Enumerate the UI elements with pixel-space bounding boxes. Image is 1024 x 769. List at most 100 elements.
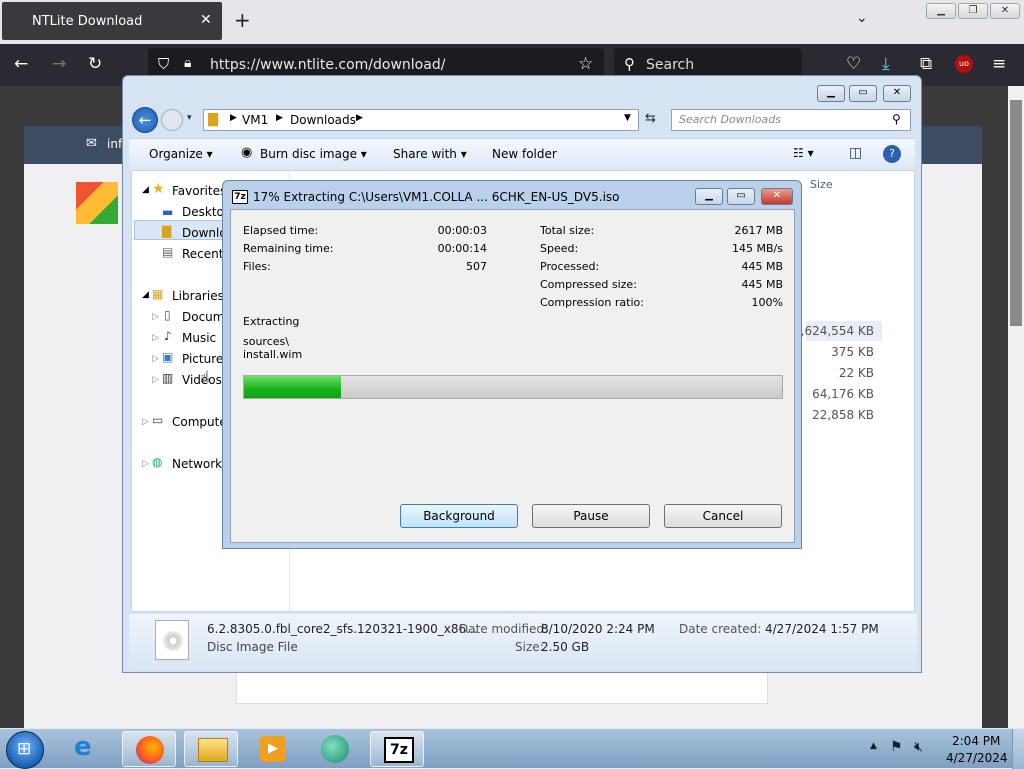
current-file: install.wim [243,348,303,361]
cancel-button[interactable]: Cancel [664,504,782,528]
compressed-size-value: 445 MB [741,278,783,291]
expand-arrow-icon[interactable]: ▷ [142,459,149,469]
elapsed-label: Elapsed time: [243,224,319,237]
downloads-folder-icon: ▇ [162,224,172,238]
preview-pane-icon[interactable]: ◫ [849,145,862,161]
expand-arrow-icon[interactable]: ▷ [152,375,159,385]
organize-button[interactable]: Organize ▾ [149,147,213,161]
extraction-dialog: 7z 17% Extracting C:\Users\VM1.COLLA ...… [222,180,802,549]
explorer-maximize-button[interactable]: ▭ [849,85,877,102]
restore-button[interactable]: ❐ [958,3,988,19]
taskbar-media-player[interactable]: ▶ [246,731,300,767]
downloads-icon[interactable]: ⤓ [882,54,890,74]
show-hidden-icons-icon[interactable]: ▲ [870,741,877,751]
elapsed-value: 00:00:03 [437,224,487,237]
folder-icon [198,738,228,762]
address-dropdown-icon[interactable]: ▼ [624,113,631,123]
shield-icon[interactable]: ⛉ [158,55,169,73]
folder-icon: ▇ [208,112,218,127]
back-icon[interactable]: ← [14,54,28,74]
taskbar-app[interactable] [308,731,362,767]
dialog-minimize-button[interactable]: ▁ [695,188,723,205]
app-globe-icon [321,735,349,763]
total-size-value: 2617 MB [734,224,783,237]
dialog-close-button[interactable]: ✕ [761,188,793,205]
expand-arrow-icon[interactable]: ◢ [142,185,149,195]
menu-icon[interactable]: ≡ [992,54,1006,74]
taskbar-ie[interactable]: e [62,731,116,767]
forward-icon[interactable] [161,109,183,131]
share-with-button[interactable]: Share with ▾ [393,147,467,161]
list-all-tabs-icon[interactable]: ⌄ [856,10,868,26]
taskbar-explorer[interactable] [184,731,238,767]
status-text: Extracting [243,315,300,328]
expand-arrow-icon[interactable]: ▷ [152,312,159,322]
mail-icon[interactable]: ✉ [86,136,97,151]
explorer-minimize-button[interactable]: ▁ [817,85,845,102]
new-tab-icon[interactable]: + [234,8,251,32]
explorer-close-button[interactable]: ✕ [883,85,911,102]
start-button[interactable]: ⊞ [6,731,44,769]
expand-arrow-icon[interactable]: ▷ [152,354,159,364]
pause-button[interactable]: Pause [532,504,650,528]
taskbar-7zip[interactable]: 7z [370,731,424,767]
search-icon: ⚲ [892,112,901,126]
ublock-icon[interactable]: uo [955,55,973,73]
recent-pages-icon[interactable]: ▾ [187,113,192,123]
view-options-icon[interactable]: ☷ ▾ [793,146,814,160]
extensions-icon[interactable]: ⧉ [920,54,932,74]
tree-music[interactable]: Music [182,331,216,345]
help-icon[interactable]: ? [883,145,901,163]
breadcrumb-arrow-icon[interactable]: ▶ [276,113,283,123]
tree-favorites[interactable]: Favorites [172,184,226,198]
breadcrumb-downloads[interactable]: Downloads [290,113,356,127]
firefox-icon [136,736,164,764]
minimize-button[interactable]: ▁ [926,3,956,19]
page-scrollbar-thumb[interactable] [1010,100,1022,326]
date-created-label: Date created: [679,622,762,636]
tree-network[interactable]: Network [172,457,222,471]
pocket-icon[interactable]: ♡ [846,54,861,74]
back-icon[interactable]: ← [132,107,158,133]
dialog-maximize-button[interactable]: ▭ [727,188,755,205]
expand-arrow-icon[interactable]: ◢ [142,290,149,300]
size-value: 2.50 GB [541,640,590,654]
taskbar: ⊞ e ▶ 7z ▲ ⚑ 🔇︎ 2:04 PM 4/27/2024 [0,728,1024,769]
column-header-size[interactable]: Size [810,178,833,191]
breadcrumb-arrow-icon[interactable]: ▶ [356,113,363,123]
volume-muted-icon[interactable]: 🔇︎ [914,739,923,755]
background-button[interactable]: Background [400,504,518,528]
new-folder-button[interactable]: New folder [492,147,557,161]
browser-tab[interactable]: NTLite Download ✕ [2,2,222,40]
tree-libraries[interactable]: Libraries [172,289,224,303]
processed-label: Processed: [540,260,600,273]
size-label: Size: [515,640,544,654]
address-bar[interactable]: ▇ ▶ VM1 ▶ Downloads ▶ ▼ [203,109,639,131]
7zip-icon: 7z [384,737,414,763]
tab-close-icon[interactable]: ✕ [200,12,212,28]
clock-time[interactable]: 2:04 PM [952,734,1000,748]
processed-value: 445 MB [741,260,783,273]
reload-icon[interactable]: ↻ [88,54,102,74]
lock-icon[interactable]: 🔒︎ [184,55,191,71]
show-desktop-button[interactable] [1012,729,1024,769]
close-button[interactable]: ✕ [990,3,1020,19]
explorer-search-placeholder: Search Downloads [679,113,781,126]
action-center-icon[interactable]: ⚑ [890,739,903,755]
refresh-icon[interactable]: ⇆ [645,111,656,126]
command-bar: Organize ▾ ◉ Burn disc image ▾ Share wit… [129,138,915,170]
recent-places-icon: ▤ [162,245,174,259]
clock-date[interactable]: 4/27/2024 [946,751,1008,765]
forward-icon[interactable]: → [52,54,66,74]
expand-arrow-icon[interactable]: ▷ [142,417,149,427]
burn-disc-button[interactable]: Burn disc image ▾ [260,147,367,161]
dialog-client: Elapsed time: 00:00:03 Remaining time: 0… [230,209,795,543]
taskbar-firefox[interactable] [122,731,176,767]
expand-arrow-icon[interactable]: ▷ [152,333,159,343]
windows-logo-icon: ⊞ [17,739,32,759]
explorer-search-input[interactable]: Search Downloads ⚲ [671,109,911,131]
bookmark-star-icon[interactable]: ☆ [578,54,593,74]
breadcrumb-vm1[interactable]: VM1 [242,113,268,127]
pictures-icon: ▣ [162,350,174,364]
breadcrumb-arrow-icon[interactable]: ▶ [230,113,237,123]
